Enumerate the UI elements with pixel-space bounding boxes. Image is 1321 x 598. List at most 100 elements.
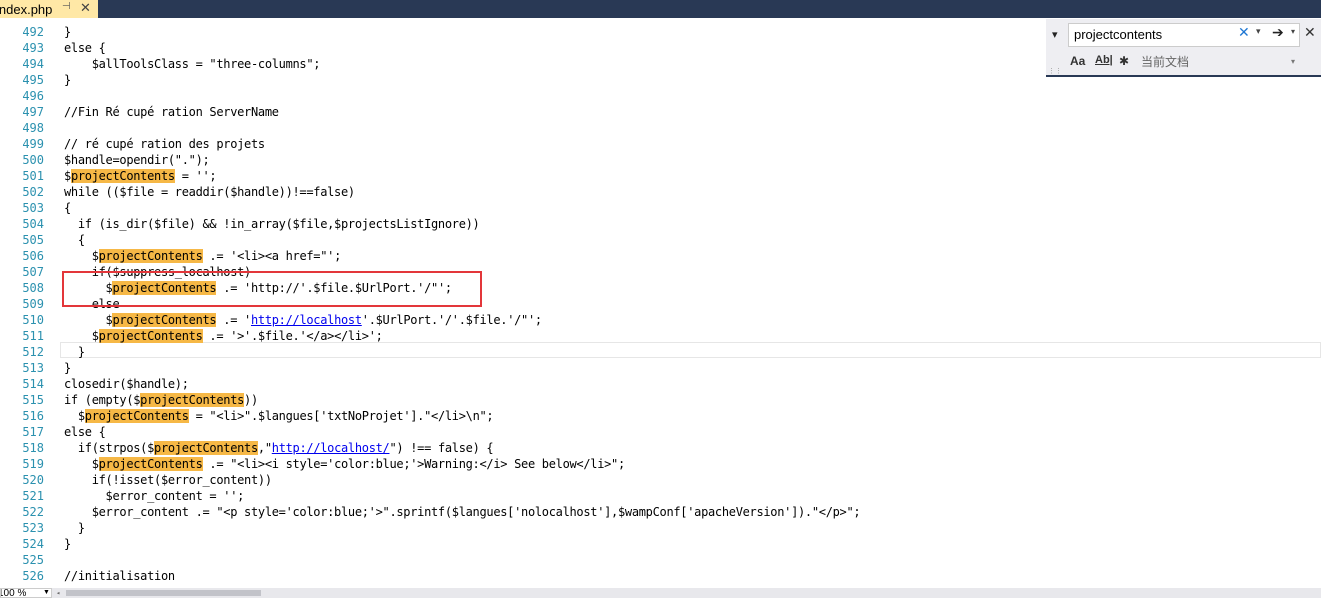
find-widget: ▾ projectcontents ✕ ▾ ➔ ▾ ✕ Aa Ab| ✱ 当前文… bbox=[1046, 19, 1321, 77]
document-tab-bar: index.php ⊣ ✕ bbox=[0, 0, 1321, 18]
search-scope-select[interactable]: 当前文档 bbox=[1141, 53, 1189, 70]
line-number: 526 bbox=[22, 569, 44, 583]
code-line[interactable]: $projectContents = "<li>".$langues['txtN… bbox=[64, 408, 494, 424]
search-match: projectContents bbox=[98, 457, 203, 471]
line-number: 510 bbox=[22, 313, 44, 327]
code-line[interactable]: } bbox=[64, 520, 85, 536]
code-line[interactable]: $error_content = ''; bbox=[64, 488, 245, 504]
line-number: 496 bbox=[22, 89, 44, 103]
code-line[interactable]: } bbox=[64, 24, 71, 40]
code-line[interactable]: if(!isset($error_content)) bbox=[64, 472, 272, 488]
code-line[interactable]: if (is_dir($file) && !in_array($file,$pr… bbox=[64, 216, 480, 232]
code-line[interactable]: // ré cupé ration des projets bbox=[64, 136, 265, 152]
code-text: .= '>'.$file.'</a></li>'; bbox=[202, 329, 383, 343]
code-text: .= '<li><a href="'; bbox=[202, 249, 341, 263]
regex-button[interactable]: ✱ bbox=[1119, 54, 1129, 68]
whole-word-button[interactable]: Ab| bbox=[1095, 54, 1113, 66]
code-line[interactable]: $projectContents = ''; bbox=[64, 168, 217, 184]
search-match: projectContents bbox=[98, 249, 203, 263]
tab-filename: index.php bbox=[0, 1, 53, 17]
code-line[interactable]: { bbox=[64, 232, 85, 248]
line-number: 518 bbox=[22, 441, 44, 455]
url-link[interactable]: http://localhost bbox=[251, 313, 362, 327]
code-line[interactable]: //initialisation bbox=[64, 568, 175, 584]
line-number: 493 bbox=[22, 41, 44, 55]
code-text: $ bbox=[64, 409, 85, 423]
code-line[interactable]: } bbox=[64, 360, 71, 376]
toggle-replace-icon[interactable]: ▾ bbox=[1052, 28, 1058, 41]
find-next-menu-icon[interactable]: ▾ bbox=[1291, 27, 1295, 36]
line-number: 519 bbox=[22, 457, 44, 471]
search-match: projectContents bbox=[140, 393, 245, 407]
line-number: 509 bbox=[22, 297, 44, 311]
search-history-dropdown-icon[interactable]: ▾ bbox=[1256, 26, 1261, 37]
line-number: 505 bbox=[22, 233, 44, 247]
zoom-dropdown-icon: ▼ bbox=[43, 589, 50, 596]
code-text: .= "<li><i style='color:blue;'>Warning:<… bbox=[202, 457, 625, 471]
code-line[interactable]: closedir($handle); bbox=[64, 376, 189, 392]
code-text: } bbox=[64, 361, 71, 375]
scope-dropdown-icon[interactable]: ▾ bbox=[1291, 57, 1295, 66]
code-text: if(strpos($ bbox=[64, 441, 155, 455]
search-match: projectContents bbox=[84, 409, 189, 423]
code-line[interactable]: $projectContents .= '>'.$file.'</a></li>… bbox=[64, 328, 383, 344]
horizontal-scrollbar-thumb[interactable] bbox=[66, 590, 261, 596]
line-number: 508 bbox=[22, 281, 44, 295]
code-line[interactable]: } bbox=[64, 72, 71, 88]
code-line[interactable]: $projectContents .= 'http://localhost'.$… bbox=[64, 312, 542, 328]
line-number: 492 bbox=[22, 25, 44, 39]
line-number: 515 bbox=[22, 393, 44, 407]
line-number: 514 bbox=[22, 377, 44, 391]
code-text: $allToolsClass = "three-columns"; bbox=[64, 57, 321, 71]
find-next-icon[interactable]: ➔ bbox=[1272, 24, 1284, 41]
zoom-level-select[interactable]: 100 % ▼ bbox=[0, 588, 52, 598]
line-number: 500 bbox=[22, 153, 44, 167]
code-line[interactable]: $handle=opendir("."); bbox=[64, 152, 210, 168]
code-text: else { bbox=[64, 425, 106, 439]
code-text: ," bbox=[257, 441, 272, 455]
code-line[interactable]: $projectContents .= "<li><i style='color… bbox=[64, 456, 625, 472]
pin-icon[interactable]: ⊣ bbox=[62, 1, 71, 12]
code-text: ") !== false) { bbox=[389, 441, 494, 455]
match-case-button[interactable]: Aa bbox=[1070, 54, 1085, 68]
code-text: = ''; bbox=[174, 169, 217, 183]
close-find-icon[interactable]: ✕ bbox=[1304, 24, 1316, 41]
code-text: $ bbox=[64, 457, 99, 471]
code-line[interactable]: if (empty($projectContents)) bbox=[64, 392, 258, 408]
code-text: $ bbox=[64, 249, 99, 263]
line-number: 511 bbox=[22, 329, 44, 343]
search-match: projectContents bbox=[70, 169, 175, 183]
search-match: projectContents bbox=[98, 329, 203, 343]
line-number: 495 bbox=[22, 73, 44, 87]
code-text: )) bbox=[244, 393, 258, 407]
code-text: if(!isset($error_content)) bbox=[64, 473, 272, 487]
code-line[interactable]: else { bbox=[64, 424, 106, 440]
url-link[interactable]: http://localhost/ bbox=[272, 441, 390, 455]
code-line[interactable]: while (($file = readdir($handle))!==fals… bbox=[64, 184, 355, 200]
code-line[interactable]: $projectContents .= '<li><a href="'; bbox=[64, 248, 341, 264]
scroll-left-icon[interactable]: ◂ bbox=[56, 589, 60, 597]
code-line[interactable]: { bbox=[64, 200, 71, 216]
line-number: 499 bbox=[22, 137, 44, 151]
code-line[interactable]: } bbox=[64, 536, 71, 552]
code-line[interactable]: if(strpos($projectContents,"http://local… bbox=[64, 440, 494, 456]
line-number: 517 bbox=[22, 425, 44, 439]
code-text: = "<li>".$langues['txtNoProjet']."</li>\… bbox=[188, 409, 494, 423]
resize-grip-icon[interactable]: ⋮⋮ bbox=[1048, 67, 1062, 75]
code-text: '.$UrlPort.'/'.$file.'/"'; bbox=[361, 313, 542, 327]
code-line[interactable]: $error_content .= "<p style='color:blue;… bbox=[64, 504, 861, 520]
code-line[interactable]: //Fin Ré cupé ration ServerName bbox=[64, 104, 279, 120]
line-number: 501 bbox=[22, 169, 44, 183]
code-line[interactable]: } bbox=[64, 344, 85, 360]
code-text: { bbox=[64, 233, 85, 247]
line-number: 502 bbox=[22, 185, 44, 199]
find-input[interactable]: projectcontents bbox=[1068, 23, 1300, 47]
search-match: projectContents bbox=[154, 441, 258, 455]
code-line[interactable]: else { bbox=[64, 40, 106, 56]
close-tab-icon[interactable]: ✕ bbox=[80, 0, 91, 16]
tab-index-php[interactable]: index.php ⊣ ✕ bbox=[0, 0, 98, 18]
code-line[interactable]: $allToolsClass = "three-columns"; bbox=[64, 56, 321, 72]
line-number: 523 bbox=[22, 521, 44, 535]
code-text: //initialisation bbox=[64, 569, 175, 583]
clear-search-icon[interactable]: ✕ bbox=[1238, 24, 1250, 41]
